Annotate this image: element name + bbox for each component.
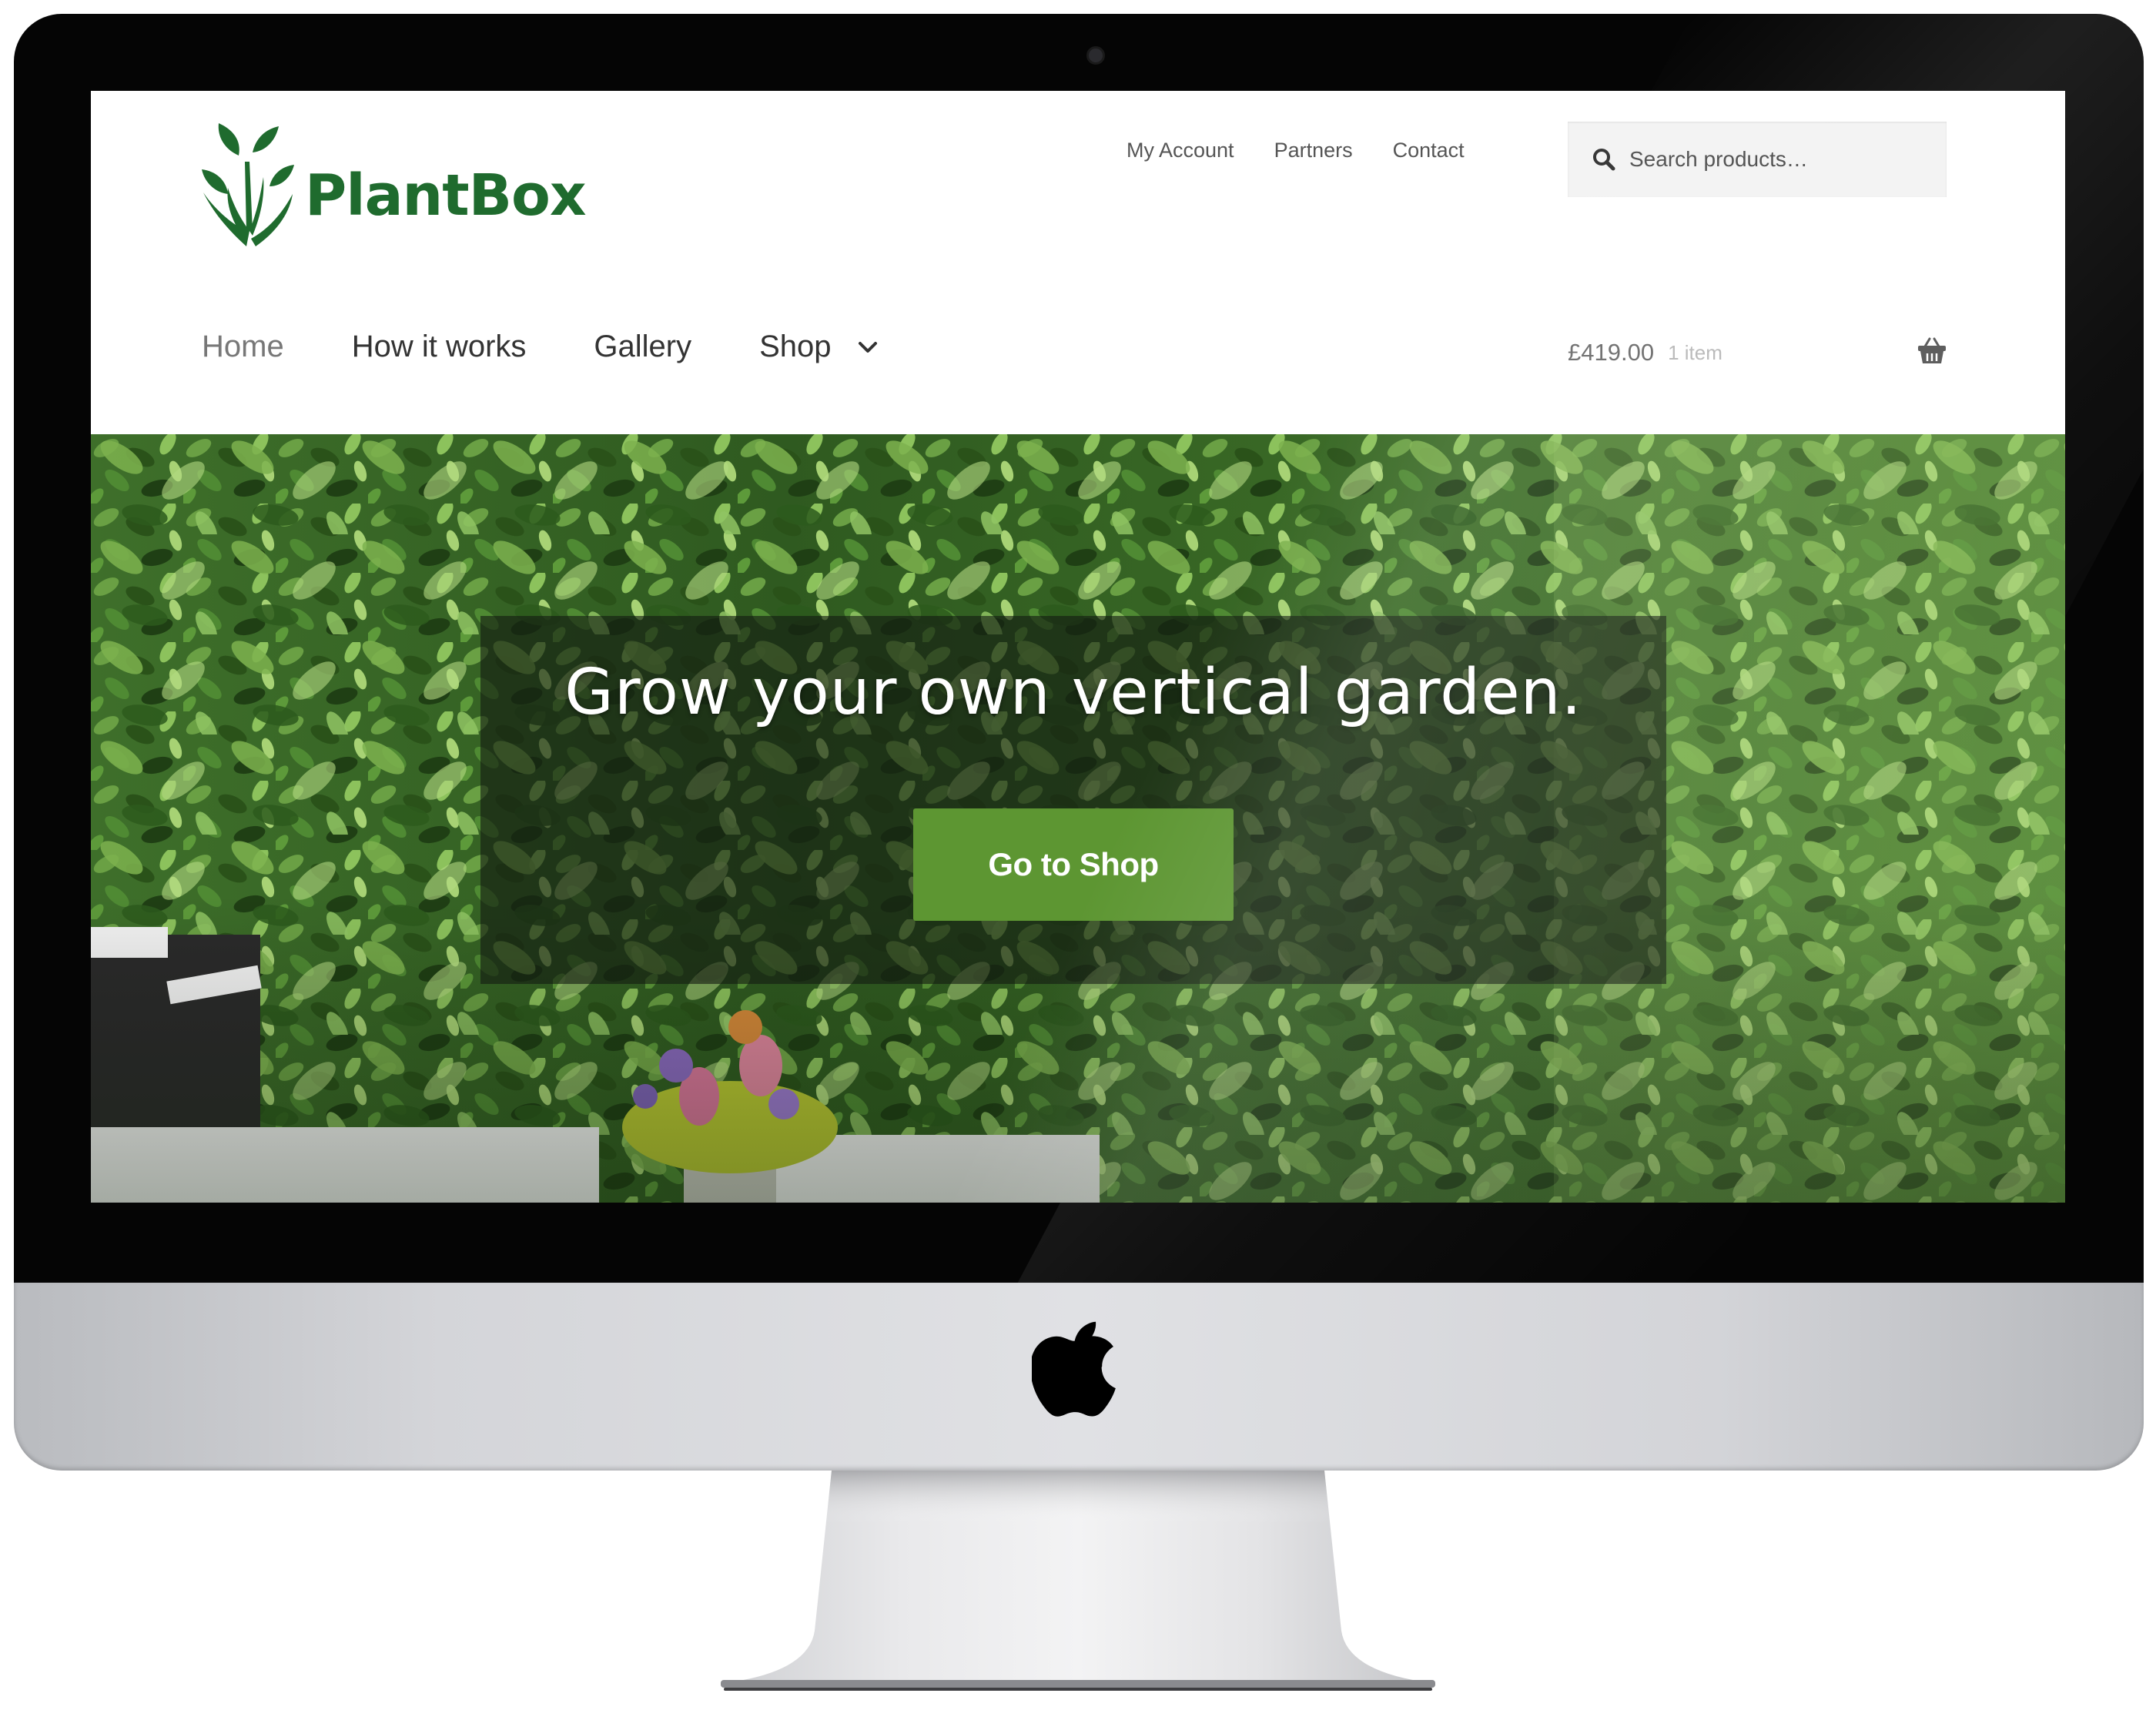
camera-icon bbox=[1086, 46, 1105, 65]
site-header: PlantBox My Account Partners Contact Hom… bbox=[91, 91, 2065, 434]
cart-item-count: 1 item bbox=[1668, 340, 1722, 364]
apple-logo-icon bbox=[1032, 1321, 1116, 1417]
basket-icon[interactable] bbox=[1917, 337, 1947, 365]
primary-nav: Home How it works Gallery Shop bbox=[202, 330, 946, 364]
hero-banner: Grow your own vertical garden. Go to Sho… bbox=[91, 434, 2065, 1203]
screen: PlantBox My Account Partners Contact Hom… bbox=[91, 91, 2065, 1203]
plant-sprout-icon bbox=[202, 123, 294, 246]
cart-summary[interactable]: £419.00 1 item bbox=[1568, 330, 1947, 376]
nav-item-shop[interactable]: Shop bbox=[759, 330, 877, 364]
go-to-shop-button[interactable]: Go to Shop bbox=[913, 808, 1234, 921]
search-input[interactable] bbox=[1628, 146, 1923, 172]
nav-link-partners[interactable]: Partners bbox=[1274, 139, 1353, 162]
nav-item-how-it-works[interactable]: How it works bbox=[352, 330, 527, 364]
site-title: PlantBox bbox=[305, 162, 587, 229]
product-search[interactable] bbox=[1568, 122, 1947, 197]
monitor-stand bbox=[721, 1471, 1435, 1691]
nav-link-my-account[interactable]: My Account bbox=[1127, 139, 1234, 162]
nav-item-shop-label: Shop bbox=[759, 330, 832, 363]
hero-overlay-panel: Grow your own vertical garden. Go to Sho… bbox=[480, 616, 1666, 984]
secondary-nav: My Account Partners Contact bbox=[1127, 139, 1465, 162]
hero-title: Grow your own vertical garden. bbox=[564, 656, 1582, 729]
nav-item-home[interactable]: Home bbox=[202, 330, 284, 364]
nav-item-gallery[interactable]: Gallery bbox=[594, 330, 691, 364]
chevron-down-icon[interactable] bbox=[858, 340, 878, 354]
site-logo[interactable]: PlantBox bbox=[199, 122, 587, 253]
search-icon bbox=[1593, 149, 1615, 171]
nav-link-contact[interactable]: Contact bbox=[1393, 139, 1465, 162]
cart-total: £419.00 bbox=[1568, 339, 1655, 366]
